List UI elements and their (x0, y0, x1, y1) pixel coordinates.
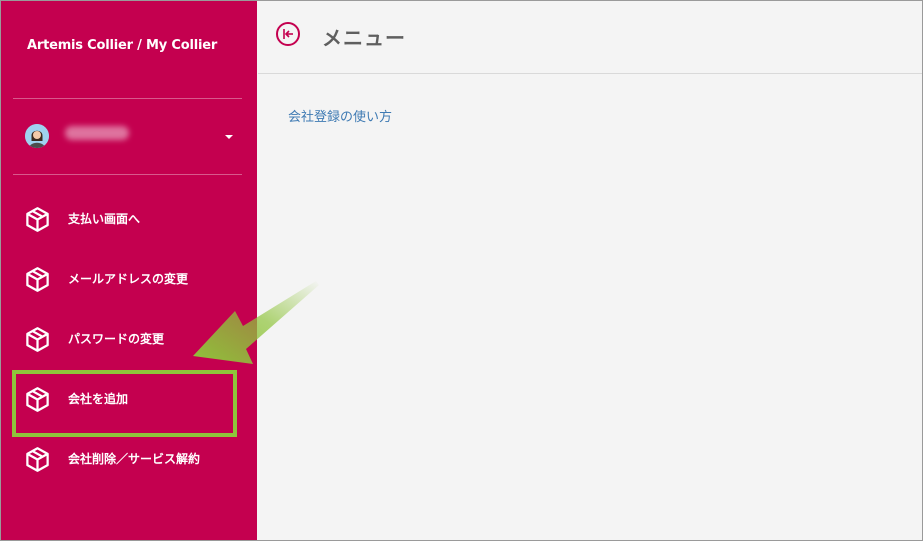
sidebar: Artemis Collier / My Collier 支払い画面へ メールア… (1, 1, 257, 540)
app-window: Artemis Collier / My Collier 支払い画面へ メールア… (0, 0, 923, 541)
sidebar-item-label: パスワードの変更 (68, 332, 165, 346)
page-title: メニュー (322, 26, 406, 50)
sidebar-item-add-company[interactable]: 会社を追加 (1, 377, 257, 421)
sidebar-item-label: 支払い画面へ (68, 212, 141, 226)
avatar-person-icon (25, 124, 49, 148)
sidebar-item-change-email[interactable]: メールアドレスの変更 (1, 257, 257, 301)
header: メニュー (258, 1, 922, 74)
sidebar-item-label: 会社削除／サービス解約 (68, 452, 201, 466)
package-icon (26, 267, 49, 292)
package-icon (26, 387, 49, 412)
user-menu[interactable] (1, 98, 257, 174)
sidebar-item-change-password[interactable]: パスワードの変更 (1, 317, 257, 361)
back-button[interactable] (276, 22, 300, 46)
package-icon (26, 327, 49, 352)
user-name-redacted (65, 126, 129, 140)
sidebar-divider (13, 174, 242, 175)
sidebar-item-label: 会社を追加 (68, 392, 129, 406)
sidebar-item-label: メールアドレスの変更 (68, 272, 189, 286)
sidebar-item-delete-company[interactable]: 会社削除／サービス解約 (1, 437, 257, 481)
caret-down-icon[interactable] (225, 135, 233, 139)
company-registration-guide-link[interactable]: 会社登録の使い方 (288, 106, 392, 125)
package-icon (26, 207, 49, 232)
sidebar-item-payment[interactable]: 支払い画面へ (1, 197, 257, 241)
app-title: Artemis Collier / My Collier (27, 38, 218, 53)
back-arrow-icon (283, 29, 293, 39)
package-icon (26, 447, 49, 472)
avatar (25, 124, 49, 148)
